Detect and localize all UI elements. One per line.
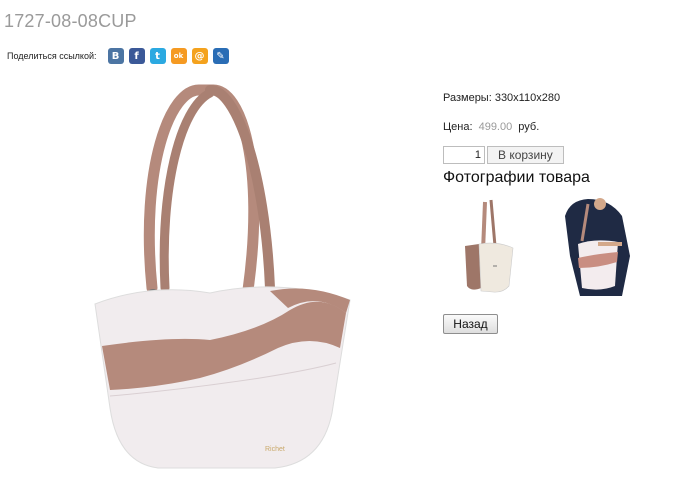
back-button[interactable]: Назад: [443, 314, 498, 334]
vkontakte-icon[interactable]: B: [107, 48, 124, 64]
livejournal-icon[interactable]: ✎: [212, 48, 229, 64]
product-title: 1727-08-08CUP: [4, 11, 137, 31]
price-currency: руб.: [518, 121, 540, 133]
twitter-icon[interactable]: t: [149, 48, 166, 64]
quantity-input[interactable]: [443, 146, 485, 164]
product-thumbnail-1[interactable]: [443, 196, 543, 296]
share-bar: Поделиться ссылкой: Bf t ok @ ✎: [7, 48, 234, 64]
add-to-cart-row: В корзину: [443, 146, 564, 164]
brand-logo: Richet: [265, 446, 285, 453]
add-to-cart-button[interactable]: В корзину: [487, 146, 564, 164]
product-main-photo[interactable]: Richet: [60, 78, 420, 483]
odnoklassniki-icon[interactable]: ok: [170, 48, 187, 64]
share-icons: Bf t ok @ ✎: [107, 48, 234, 64]
price-label: Цена:: [443, 121, 473, 133]
facebook-icon[interactable]: f: [128, 48, 145, 64]
product-thumbnail-2[interactable]: [560, 196, 640, 296]
mailru-icon[interactable]: @: [191, 48, 208, 64]
price-value: 499.00: [478, 121, 513, 133]
photos-heading: Фотографии товара: [443, 169, 590, 186]
product-sizes: Размеры: 330x110x280: [443, 92, 561, 104]
price-row: Цена: 499.00 руб.: [443, 121, 539, 133]
share-label: Поделиться ссылкой:: [7, 51, 97, 61]
